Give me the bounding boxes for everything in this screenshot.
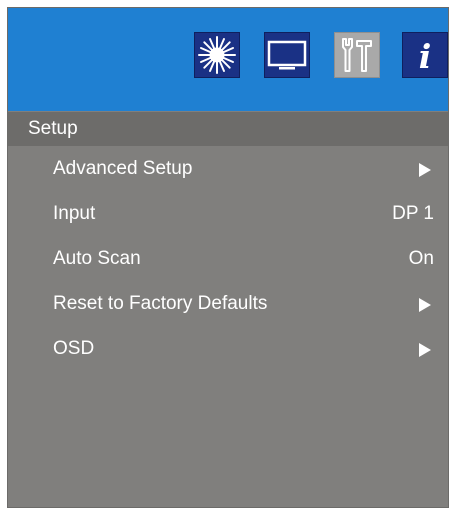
menu-item-label: Reset to Factory Defaults [53,293,268,314]
submenu-arrow-icon [419,298,431,312]
tab-display[interactable] [264,32,310,78]
tab-setup[interactable] [334,32,380,78]
setup-menu-list: Advanced Setup Input DP 1 Auto Scan On R… [8,146,448,371]
menu-item-input[interactable]: Input DP 1 [8,191,448,236]
monitor-icon [267,40,307,70]
info-icon: i [418,36,432,76]
menu-item-label: Advanced Setup [53,158,193,179]
menu-item-reset-factory-defaults[interactable]: Reset to Factory Defaults [8,281,448,326]
menu-item-value: DP 1 [392,203,434,224]
menu-item-advanced-setup[interactable]: Advanced Setup [8,146,448,191]
tab-picture[interactable] [194,32,240,78]
osd-menu-panel: i Setup Advanced Setup Input DP 1 Auto S… [7,7,449,508]
brightness-icon [198,36,236,74]
tools-icon [342,38,372,72]
submenu-arrow-icon [419,343,431,357]
menu-item-value: On [408,248,434,269]
osd-header: i [8,8,448,111]
submenu-arrow-icon [419,163,431,177]
menu-item-osd[interactable]: OSD [8,326,448,371]
menu-item-label: OSD [53,338,95,359]
menu-item-label: Input [53,203,96,224]
menu-item-auto-scan[interactable]: Auto Scan On [8,236,448,281]
menu-item-label: Auto Scan [53,248,141,269]
tab-info[interactable]: i [402,32,448,78]
section-title: Setup [8,112,448,146]
